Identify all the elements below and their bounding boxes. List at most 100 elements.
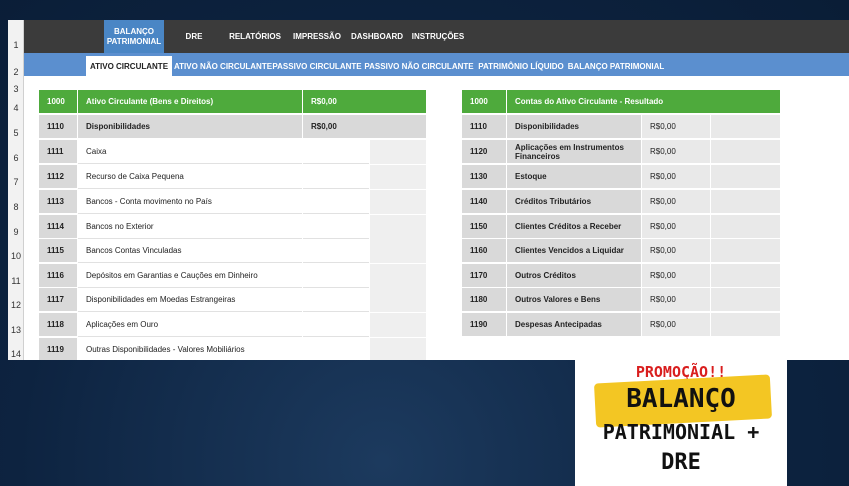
table-row-name[interactable]: Depósitos em Garantias e Cauções em Dinh… [78, 264, 302, 288]
table-row-name[interactable]: Bancos Contas Vinculadas [78, 239, 302, 263]
menu-dre[interactable]: DRE [174, 20, 214, 53]
table-row-code[interactable]: 1119 [39, 338, 77, 360]
row-number: 2 [13, 67, 19, 77]
table-row-extra[interactable] [370, 264, 426, 288]
table-row-value[interactable]: R$0,00 [642, 140, 710, 163]
table-row-extra[interactable] [370, 313, 426, 337]
table-row-code[interactable]: 1190 [462, 313, 506, 336]
top-menu-bar: BALANÇO PATRIMONIAL DRE RELATÓRIOS IMPRES… [24, 20, 849, 53]
table-row-value[interactable] [303, 140, 369, 164]
table-row-extra[interactable] [370, 239, 426, 263]
row-number: 11 [11, 276, 21, 286]
table-row-name[interactable]: Aplicações em Ouro [78, 313, 302, 337]
table-row-value[interactable]: R$0,00 [642, 115, 710, 138]
table-row-name[interactable]: Créditos Tributários [507, 190, 641, 213]
table-row-extra[interactable] [711, 264, 780, 287]
table-row-extra[interactable] [370, 190, 426, 214]
table-row-extra[interactable] [711, 215, 780, 238]
table-row-name[interactable]: Despesas Antecipadas [507, 313, 641, 336]
table-row-value[interactable] [303, 288, 369, 312]
table-row-name[interactable]: Aplicações em Instrumentos Financeiros [507, 140, 641, 163]
table-row-name[interactable]: Bancos no Exterior [78, 215, 302, 239]
menu-instrucoes[interactable]: INSTRUÇÕES [410, 20, 466, 53]
table-row-code[interactable]: 1140 [462, 190, 506, 213]
table-row-name[interactable]: Caixa [78, 140, 302, 164]
table-row-name[interactable]: Bancos - Conta movimento no País [78, 190, 302, 214]
table-row-name[interactable]: Clientes Créditos a Receber [507, 215, 641, 238]
tab-ativo-circulante[interactable]: ATIVO CIRCULANTE [86, 56, 172, 76]
table-row-code[interactable]: 1130 [462, 165, 506, 188]
table-row-extra[interactable] [711, 239, 780, 262]
table-row-extra[interactable] [711, 190, 780, 213]
table-row-value[interactable] [303, 264, 369, 288]
table-row-name[interactable]: Estoque [507, 165, 641, 188]
table-row-value[interactable] [303, 239, 369, 263]
table-row-code[interactable]: 1150 [462, 215, 506, 238]
table-row-name[interactable]: Disponibilidades [507, 115, 641, 138]
table-row-extra[interactable] [370, 288, 426, 312]
table-row-value[interactable] [303, 313, 369, 337]
table-row-extra[interactable] [370, 338, 426, 360]
table-row-code[interactable]: 1180 [462, 288, 506, 311]
table-row-name[interactable]: Outras Disponibilidades - Valores Mobili… [78, 338, 302, 360]
table-row-code[interactable]: 1116 [39, 264, 77, 287]
table-row-extra[interactable] [370, 165, 426, 189]
table-row-code[interactable]: 1111 [39, 140, 77, 163]
table-row-value[interactable]: R$0,00 [642, 165, 710, 188]
table-row-code[interactable]: 1117 [39, 288, 77, 311]
left-subheader-value[interactable]: R$0,00 [303, 115, 426, 138]
table-row-value[interactable] [303, 190, 369, 214]
menu-impressao[interactable]: IMPRESSÃO [292, 20, 342, 53]
table-row-code[interactable]: 1120 [462, 140, 506, 163]
left-header-name[interactable]: Ativo Circulante (Bens e Direitos) [78, 90, 302, 113]
table-row-code[interactable]: 1160 [462, 239, 506, 262]
row-number: 7 [13, 177, 19, 187]
table-row-value[interactable]: R$0,00 [642, 190, 710, 213]
row-number: 14 [10, 349, 21, 359]
table-row-code[interactable]: 1170 [462, 264, 506, 287]
table-row-extra[interactable] [370, 215, 426, 239]
table-row-extra[interactable] [711, 288, 780, 311]
table-row-value[interactable]: R$0,00 [642, 313, 710, 336]
table-row-extra[interactable] [711, 115, 780, 138]
left-header-code[interactable]: 1000 [39, 90, 77, 113]
table-row-code[interactable]: 1113 [39, 190, 77, 213]
table-row-name[interactable]: Disponibilidades em Moedas Estrangeiras [78, 288, 302, 312]
left-subheader-code[interactable]: 1110 [39, 115, 77, 138]
table-row-name[interactable]: Recurso de Caixa Pequena [78, 165, 302, 189]
left-subheader-name[interactable]: Disponibilidades [78, 115, 302, 138]
table-row-code[interactable]: 1114 [39, 215, 77, 238]
table-row-name[interactable]: Outros Valores e Bens [507, 288, 641, 311]
menu-relatorios[interactable]: RELATÓRIOS [228, 20, 282, 53]
table-row-value[interactable]: R$0,00 [642, 264, 710, 287]
table-row-value[interactable] [303, 338, 369, 360]
table-row-extra[interactable] [711, 140, 780, 163]
left-header-value[interactable]: R$0,00 [303, 90, 426, 113]
menu-dashboard[interactable]: DASHBOARD [349, 20, 405, 53]
menu-balanco-patrimonial[interactable]: BALANÇO PATRIMONIAL [104, 20, 164, 53]
table-row-value[interactable] [303, 165, 369, 189]
tab-passivo-nao-circulante[interactable]: PASSIVO NÃO CIRCULANTE [364, 56, 473, 76]
table-row-value[interactable]: R$0,00 [642, 288, 710, 311]
table-row-code[interactable]: 1115 [39, 239, 77, 262]
table-row-code[interactable]: 1110 [462, 115, 506, 138]
table-row-value[interactable]: R$0,00 [642, 239, 710, 262]
row-number: 12 [10, 300, 21, 310]
row-number: 1 [13, 40, 19, 50]
row-number: 10 [10, 251, 21, 261]
table-row-extra[interactable] [711, 313, 780, 336]
table-row-value[interactable] [303, 215, 369, 239]
table-row-name[interactable]: Outros Créditos [507, 264, 641, 287]
table-row-name[interactable]: Clientes Vencidos a Liquidar [507, 239, 641, 262]
tab-patrimonio-liquido[interactable]: PATRIMÔNIO LÍQUIDO [476, 56, 566, 76]
tab-passivo-circulante[interactable]: PASSIVO CIRCULANTE [272, 56, 361, 76]
table-row-extra[interactable] [370, 140, 426, 164]
table-row-extra[interactable] [711, 165, 780, 188]
table-row-code[interactable]: 1112 [39, 165, 77, 188]
right-header-name[interactable]: Contas do Ativo Circulante - Resultado [507, 90, 780, 113]
tab-balanco-patrimonial[interactable]: BALANÇO PATRIMONIAL [568, 56, 665, 76]
table-row-code[interactable]: 1118 [39, 313, 77, 336]
tab-ativo-nao-circulante[interactable]: ATIVO NÃO CIRCULANTE [174, 56, 272, 76]
right-header-code[interactable]: 1000 [462, 90, 506, 113]
table-row-value[interactable]: R$0,00 [642, 215, 710, 238]
